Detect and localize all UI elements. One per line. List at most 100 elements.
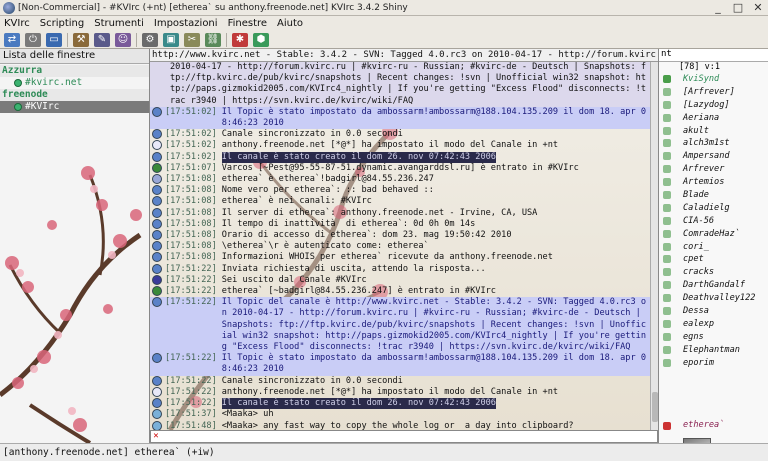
user-nick: akult — [683, 125, 709, 136]
user-list-item[interactable]: Arfrever — [659, 163, 768, 176]
menu-aiuto[interactable]: Aiuto — [273, 18, 309, 29]
user-list-item[interactable]: Caladielg — [659, 202, 768, 215]
user-list-item[interactable]: DarthGandalf — [659, 279, 768, 292]
user-list-item[interactable]: Dessa — [659, 305, 768, 318]
window-icon[interactable]: ▭ — [46, 32, 62, 47]
tree-network-azzurra[interactable]: Azzurra — [0, 65, 149, 77]
user-list-item[interactable]: cori_ — [659, 241, 768, 254]
user-nick: cori_ — [683, 241, 709, 252]
toolbar-separator — [226, 32, 227, 47]
message-type-icon — [152, 398, 162, 409]
user-list-item[interactable]: Blade — [659, 189, 768, 202]
plugin-icon[interactable]: ⬢ — [253, 32, 269, 47]
window-list-header: Lista delle finestre — [0, 49, 149, 64]
user-status-icon — [663, 358, 671, 367]
scripting-icon[interactable]: ▣ — [163, 32, 179, 47]
user-list-item[interactable]: Aeriana — [659, 112, 768, 125]
minimize-button[interactable]: _ — [708, 1, 728, 14]
window-title: [Non-Commercial] - #KVIrc (+nt) [etherea… — [18, 2, 408, 13]
user-list-item[interactable]: Ampersand — [659, 150, 768, 163]
message-timestamp: [17:51:08] — [165, 241, 217, 252]
op-status-icon — [663, 75, 671, 83]
tree-network-freenode[interactable]: freenode — [0, 89, 149, 101]
chat-message: [17:51:22] Il Topic è stato impostato da … — [150, 353, 650, 376]
user-list-item[interactable]: [Lazydog] — [659, 99, 768, 112]
chat-view[interactable]: 2010-04-17 - http://forum.kvirc.ru | #kv… — [150, 62, 650, 430]
user-icon[interactable]: ☺ — [115, 32, 131, 47]
message-text: <Maaka> uh — [221, 409, 274, 420]
toolbar-separator — [67, 32, 68, 47]
user-list-item[interactable]: cracks — [659, 266, 768, 279]
message-type-icon — [152, 151, 162, 162]
menu-scripting[interactable]: Scripting — [36, 18, 90, 29]
user-nick: egns — [683, 331, 704, 342]
user-status-icon — [663, 255, 671, 264]
message-type-icon — [152, 274, 162, 285]
user-nick: ealexp — [683, 318, 715, 329]
user-list-item[interactable]: Elephantman — [659, 344, 768, 357]
user-list-item[interactable]: Deathvalley122 — [659, 292, 768, 305]
menu-strumenti[interactable]: Strumenti — [90, 18, 150, 29]
message-timestamp: [17:51:22] — [165, 297, 217, 308]
tree-channel-kvirc-net[interactable]: #kvirc.net — [0, 77, 149, 89]
user-self[interactable]: etherea` — [659, 419, 768, 432]
tree-channel-kvirc[interactable]: #KVIrc — [0, 101, 149, 113]
server-icon[interactable]: ⇄ — [4, 32, 20, 47]
help-icon[interactable]: ✱ — [232, 32, 248, 47]
user-filter-input[interactable]: nt — [659, 49, 768, 62]
message-text: Il Topic è stato impostato da ambossarm!… — [221, 106, 647, 129]
close-button[interactable]: ✕ — [748, 1, 768, 14]
chat-message: [17:51:08] Nome vero per etherea`: :: bad… — [150, 185, 650, 196]
user-list-item[interactable]: cpet — [659, 253, 768, 266]
message-type-icon — [152, 218, 162, 229]
message-timestamp: [17:51:22] — [165, 286, 217, 297]
user-count: [78] v:1 — [679, 62, 720, 72]
message-type-icon — [152, 409, 162, 420]
kvirc-app-icon[interactable] — [3, 1, 15, 14]
message-type-icon — [152, 297, 162, 308]
message-timestamp: [17:51:08] — [165, 218, 217, 229]
user-list-item[interactable]: akult — [659, 125, 768, 138]
user-nick: Caladielg — [683, 202, 730, 213]
user-list-item[interactable]: [Arfrever] — [659, 86, 768, 99]
topic-bar[interactable]: http://www.kvirc.net - Stable: 3.4.2 - S… — [150, 49, 658, 62]
message-input[interactable]: ✕ — [150, 430, 658, 443]
maximize-button[interactable]: □ — [728, 1, 748, 14]
tools-icon[interactable]: ⚙ — [142, 32, 158, 47]
clear-input-icon[interactable]: ✕ — [151, 431, 161, 441]
log-icon[interactable]: ✂ — [184, 32, 200, 47]
user-list: KviSynd [Arfrever] [Lazydog] Aeriana akult al… — [659, 73, 768, 369]
user-list-item[interactable]: ComradeHaz` — [659, 228, 768, 241]
menu-kvirc[interactable]: KVIrc — [0, 18, 36, 29]
message-timestamp: [17:51:22] — [165, 386, 217, 397]
toolbar-separator — [136, 32, 137, 47]
user-list-item[interactable]: KviSynd — [659, 73, 768, 86]
script-icon[interactable]: ✎ — [94, 32, 110, 47]
menu-bar: KVIrc Scripting Strumenti Impostazioni F… — [0, 16, 768, 31]
user-list-item[interactable]: ealexp — [659, 318, 768, 331]
user-list-item[interactable]: egns — [659, 331, 768, 344]
user-status-icon — [663, 152, 671, 161]
message-text: Canale sincronizzato in 0.0 secondi — [221, 375, 403, 386]
user-list-item[interactable]: alch3m1st — [659, 137, 768, 150]
options-icon[interactable]: ⚒ — [73, 32, 89, 47]
user-list-item[interactable]: Artemios — [659, 176, 768, 189]
cherry-blossom-background — [0, 166, 142, 443]
title-bar: [Non-Commercial] - #KVIrc (+nt) [etherea… — [0, 0, 768, 16]
connect-icon[interactable]: ⏻ — [25, 32, 41, 47]
menu-finestre[interactable]: Finestre — [224, 18, 273, 29]
message-timestamp: [17:51:08] — [165, 174, 217, 185]
message-text: etherea` è nei canali: #KVIrc — [221, 196, 372, 207]
chat-scrollbar[interactable] — [650, 62, 658, 430]
message-text: Canale sincronizzato in 0.0 secondi — [221, 129, 403, 140]
user-nick: Arfrever — [683, 164, 725, 175]
chat-message: [17:51:22] Il canale è stato creato il do… — [150, 398, 650, 410]
link-icon[interactable]: ⛓ — [205, 32, 221, 47]
user-list-item[interactable]: eporim — [659, 357, 768, 370]
message-text: 2010-04-17 - http://forum.kvirc.ru | #kv… — [170, 62, 646, 106]
menu-impostazioni[interactable]: Impostazioni — [150, 18, 224, 29]
user-status-icon — [663, 87, 671, 96]
user-list-item[interactable]: CIA-56 — [659, 215, 768, 228]
message-type-icon — [152, 286, 162, 297]
user-self-nick: etherea` — [683, 420, 725, 430]
